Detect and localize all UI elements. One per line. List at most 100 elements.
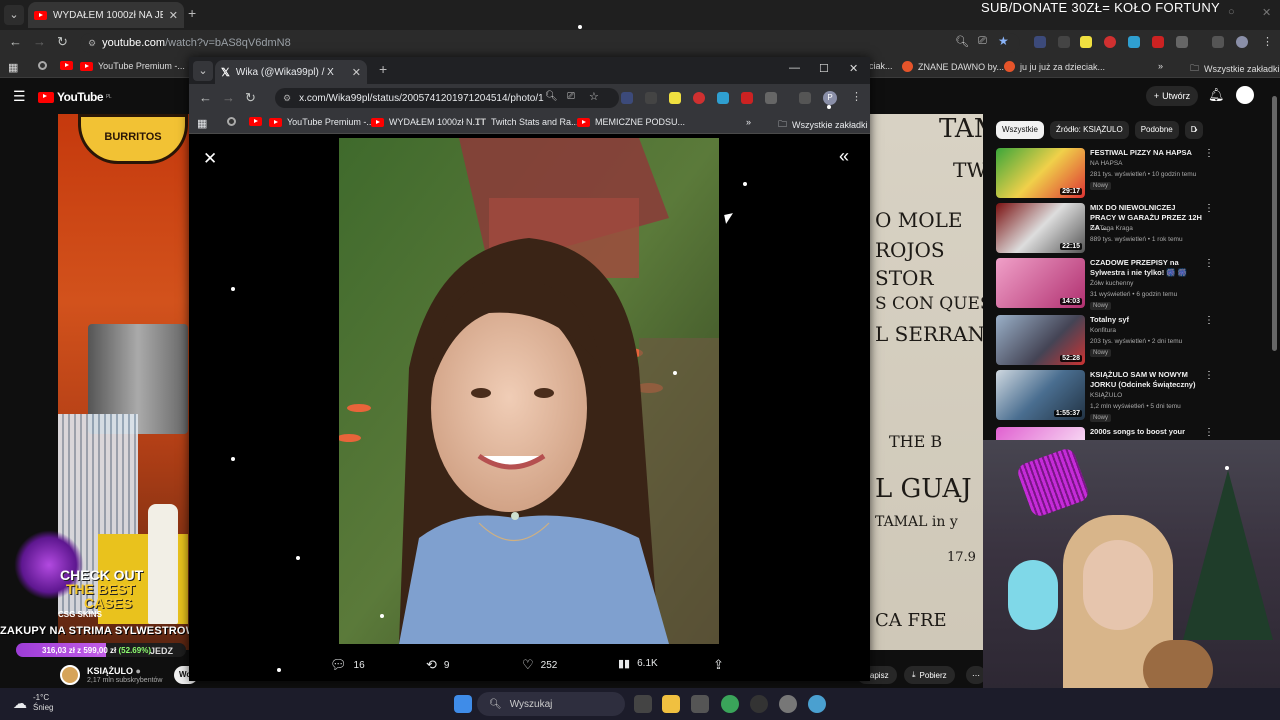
site-info-icon[interactable]: ⚙ [88, 38, 96, 49]
video-channel[interactable]: Konfitura [1090, 327, 1116, 334]
video-thumbnail[interactable]: 1:55:37 [996, 370, 1085, 420]
bookmark-icon[interactable] [227, 117, 236, 126]
bookmark-twitch-stats[interactable]: TT Twitch Stats and Ra... [475, 117, 579, 127]
bookmark-star-icon[interactable]: ☆ [589, 90, 599, 103]
settings-gear-icon[interactable] [779, 695, 797, 713]
back-arrow-icon[interactable]: ← [9, 34, 22, 49]
bookmark-youtube[interactable] [249, 117, 262, 126]
channel-avatar[interactable] [60, 665, 80, 685]
chip-related[interactable]: Podobne [1134, 121, 1179, 139]
video-channel[interactable]: KSIĄŻULO [1090, 392, 1122, 399]
profile-avatar[interactable] [1236, 36, 1248, 48]
bookmark-memiczne[interactable]: MEMICZNE PODSU... [577, 117, 685, 127]
bookmarks-overflow-icon[interactable]: » [1158, 61, 1163, 71]
more-options-icon[interactable]: ⋮ [1204, 370, 1214, 381]
forward-arrow-icon[interactable]: → [222, 90, 235, 105]
video-title[interactable]: CZADOWE PRZEPISY na Sylwestra i nie tylk… [1090, 258, 1202, 278]
maximize-icon[interactable]: ☐ [819, 62, 829, 75]
chevron-right-icon[interactable]: › [1194, 124, 1198, 136]
create-button[interactable]: + Utwórz [1146, 86, 1198, 106]
video-thumbnail[interactable]: 29:17 [996, 148, 1085, 198]
file-explorer-icon[interactable] [662, 695, 680, 713]
window-close-icon[interactable]: ✕ [849, 62, 858, 75]
apps-grid-icon[interactable]: ▦ [8, 61, 18, 74]
profile-avatar[interactable]: P [823, 91, 837, 105]
bookmark-icon[interactable] [38, 61, 47, 70]
new-tab-button[interactable]: + [379, 61, 387, 77]
close-icon[interactable]: ✕ [169, 9, 178, 22]
minimize-icon[interactable]: — [789, 62, 800, 74]
extension-icon[interactable] [645, 92, 657, 104]
media-control-icon[interactable] [799, 92, 811, 104]
tab-search-chevron-icon[interactable]: ⌄ [4, 5, 24, 25]
new-tab-button[interactable]: + [188, 5, 196, 21]
cast-icon[interactable]: ⎚ [978, 35, 987, 48]
bookmark-youtube-premium[interactable]: YouTube Premium -... [80, 61, 185, 71]
chrome-icon[interactable] [721, 695, 739, 713]
reply-button[interactable]: 💬︎ 16 [330, 657, 365, 673]
app-icon[interactable] [750, 695, 768, 713]
zoom-icon[interactable]: 🔍︎ [545, 91, 558, 102]
bookmark-youtube[interactable] [60, 61, 73, 70]
bookmark-star-icon[interactable]: ★ [998, 34, 1009, 48]
download-button[interactable]: ⤓ Pobierz [904, 666, 955, 684]
extension-icon[interactable] [717, 92, 729, 104]
install-icon[interactable]: ⎚ [567, 91, 575, 102]
share-button[interactable]: ⇪ [713, 657, 724, 673]
video-thumbnail[interactable] [996, 427, 1085, 440]
extension-icon[interactable] [1128, 36, 1140, 48]
reload-icon[interactable]: ↻ [57, 34, 68, 50]
site-info-icon[interactable]: ⚙ [283, 93, 291, 104]
recommendation-item[interactable]: 22:15 MIX DO NIEWOLNICZEJ PRACY W GARAŻU… [996, 203, 1220, 253]
hamburger-menu-icon[interactable]: ☰ [13, 88, 26, 105]
video-thumbnail[interactable]: 22:15 [996, 203, 1085, 253]
account-avatar[interactable] [1236, 86, 1254, 104]
extension-icon[interactable] [669, 92, 681, 104]
channel-name[interactable]: KSIĄŻULO ● [87, 666, 141, 676]
video-channel[interactable]: NA HAPSA [1090, 160, 1123, 167]
menu-dots-icon[interactable]: ⋮ [1262, 35, 1273, 48]
youtube-logo[interactable]: YouTube PL [38, 90, 112, 104]
video-thumbnail[interactable]: 14:03 [996, 258, 1085, 308]
recommendation-item[interactable]: 29:17 FESTIWAL PIZZY NA HAPSA NA HAPSA 2… [996, 148, 1220, 198]
notifications-bell-icon[interactable]: 🔔︎ [1208, 87, 1225, 103]
task-view-icon[interactable] [634, 695, 652, 713]
bookmark-fragment[interactable]: ciak... [869, 61, 893, 71]
extension-icon[interactable] [1058, 36, 1070, 48]
repost-button[interactable]: ⟲ 9 [426, 657, 449, 673]
media-control-icon[interactable] [1212, 36, 1224, 48]
popup-tab-x[interactable]: 𝕏 Wika (@Wika99pl) / X ✕ [215, 60, 367, 84]
video-title[interactable]: FESTIWAL PIZZY NA HAPSA [1090, 148, 1202, 158]
reload-icon[interactable]: ↻ [245, 90, 256, 106]
scrollbar[interactable] [1272, 96, 1277, 351]
recommendation-item[interactable]: 52:28 Totalny syf Konfitura 203 tys. wyś… [996, 315, 1220, 365]
outer-address-bar[interactable]: ⚙ youtube.com/watch?v=bAS8qV6dmN8 [80, 33, 1020, 53]
video-title[interactable]: Totalny syf [1090, 315, 1202, 325]
recommendation-item[interactable]: 14:03 CZADOWE PRZEPISY na Sylwestra i ni… [996, 258, 1220, 310]
forward-arrow-icon[interactable]: → [33, 34, 46, 49]
video-channel[interactable]: DJ Tega Kraga [1090, 225, 1133, 232]
tab-search-chevron-icon[interactable]: ⌄ [193, 61, 213, 81]
chip-all[interactable]: Wszystkie [996, 121, 1044, 139]
views-button[interactable]: ▮▮ 6.1K [618, 657, 658, 670]
apps-grid-icon[interactable]: ▦ [197, 117, 207, 130]
bookmark-ju-ju[interactable]: ju ju już za dzieciak... [1004, 61, 1105, 72]
extension-icon[interactable] [621, 92, 633, 104]
minimize-icon[interactable]: ○ [1228, 6, 1235, 18]
close-icon[interactable]: ✕ [352, 66, 361, 79]
recommendation-item[interactable]: 1:55:37 KSIĄŻULO SAM W NOWYM JORKU (Odci… [996, 370, 1220, 422]
extension-icon[interactable] [1034, 36, 1046, 48]
bookmark-youtube-premium[interactable]: YouTube Premium -... [269, 117, 374, 127]
more-options-icon[interactable]: ⋮ [1204, 427, 1214, 438]
like-button[interactable]: ♡ 252 [522, 657, 557, 673]
close-icon[interactable]: ✕ [203, 149, 217, 169]
bookmark-wydalem[interactable]: WYDAŁEM 1000zł N... [371, 117, 480, 127]
app-icon[interactable] [808, 695, 826, 713]
extension-icon[interactable] [1104, 36, 1116, 48]
store-icon[interactable] [691, 695, 709, 713]
menu-dots-icon[interactable]: ⋮ [851, 90, 862, 103]
video-thumbnail[interactable]: 52:28 [996, 315, 1085, 365]
all-bookmarks[interactable]: 🗀 Wszystkie zakładki [1190, 61, 1280, 77]
back-arrow-icon[interactable]: ← [199, 90, 212, 105]
taskbar-search[interactable]: 🔍︎ Wyszukaj [477, 692, 625, 716]
